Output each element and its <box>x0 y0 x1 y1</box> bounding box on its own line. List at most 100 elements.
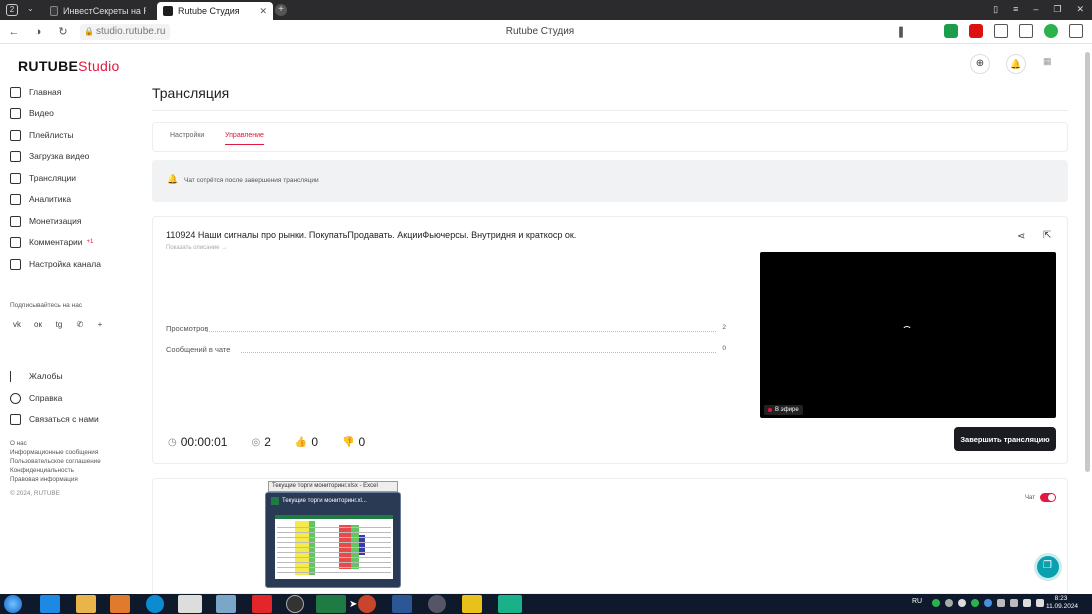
live-metrics: ◷ 00:00:01 ◎ 2 👍 0 👎 0 <box>168 435 365 449</box>
network-icon[interactable] <box>1023 599 1031 607</box>
help-icon <box>10 392 21 404</box>
restore-icon[interactable]: ❐ <box>1053 4 1061 15</box>
sidebar-item-label: Загрузка видео <box>29 151 90 161</box>
yandex-protect-icon[interactable]: ◑ <box>31 25 45 39</box>
subscribe-label: Подписывайтесь на нас <box>10 302 83 309</box>
tablet-app-icon[interactable] <box>216 595 236 613</box>
thumbs-down-icon: 👎 <box>342 436 355 448</box>
start-button-icon[interactable] <box>4 595 22 613</box>
sidebar-item-help[interactable]: Справка <box>10 390 62 406</box>
footer-link-about[interactable]: О нас <box>10 440 27 447</box>
telegram-icon[interactable]: tg <box>52 318 66 332</box>
sidebar-item-monetization[interactable]: Монетизация <box>10 213 82 229</box>
green-extension-icon[interactable] <box>1044 24 1058 38</box>
close-window-icon[interactable]: ✕ <box>1076 4 1084 15</box>
quik-icon[interactable] <box>498 595 522 613</box>
sidebar-item-channel-settings[interactable]: Настройка канала <box>10 256 101 272</box>
viber-icon[interactable]: ✆ <box>73 318 87 332</box>
tab-count-badge[interactable]: 2 <box>6 4 18 16</box>
sidebar-item-contact[interactable]: Связаться с нами <box>10 411 99 427</box>
extensions-icon[interactable] <box>1069 24 1083 38</box>
tab-list-chevron-icon[interactable]: ⌄ <box>27 4 34 13</box>
sidebar-item-analytics[interactable]: Аналитика <box>10 191 71 207</box>
reload-icon[interactable]: ↻ <box>56 25 70 39</box>
tray-icon[interactable] <box>945 599 953 607</box>
logo-product: Studio <box>78 58 120 74</box>
bookmark-star-icon[interactable]: ❚ <box>894 25 908 39</box>
ie-icon[interactable] <box>40 595 60 613</box>
file-explorer-icon[interactable] <box>76 595 96 613</box>
tab-management[interactable]: Управление <box>225 132 264 145</box>
youtube-extension-icon[interactable] <box>969 24 983 38</box>
obs-icon[interactable] <box>286 595 304 613</box>
sidebar-item-upload[interactable]: Загрузка видео <box>10 148 89 164</box>
new-tab-button[interactable]: + <box>275 4 287 16</box>
sidebar-item-video[interactable]: Видео <box>10 105 54 121</box>
notice-text: Чат сотрётся после завершения трансляции <box>184 177 319 184</box>
browser-tab-investsecrets[interactable]: ИнвестСекреты на RUTUB <box>44 2 152 20</box>
dislikes-value: 0 <box>358 435 366 449</box>
page-scrollbar[interactable] <box>1085 52 1090 472</box>
sidebar-item-complaints[interactable]: Жалобы <box>10 368 62 384</box>
tab-settings[interactable]: Настройки <box>170 132 204 139</box>
yandex-browser-icon[interactable] <box>178 595 202 613</box>
app-icon[interactable] <box>428 595 446 613</box>
sidebar-item-comments[interactable]: Комментарии +1 <box>10 234 93 250</box>
upload-icon <box>10 150 21 162</box>
tray-icon[interactable] <box>932 599 940 607</box>
yandex-icon[interactable] <box>252 595 272 613</box>
video-icon <box>10 107 21 119</box>
external-link-icon[interactable]: ⇱ <box>1043 230 1051 241</box>
end-broadcast-button[interactable]: Завершить трансляцию <box>954 427 1056 451</box>
minimize-icon[interactable]: – <box>1033 4 1038 15</box>
bookmark-icon[interactable]: ▯ <box>993 4 998 15</box>
tray-icon[interactable] <box>1010 599 1018 607</box>
footer-link-info[interactable]: Информационные сообщения <box>10 449 98 456</box>
sidebar-item-broadcasts[interactable]: Трансляции <box>10 170 76 186</box>
divider <box>152 110 1068 111</box>
sidebar-item-playlists[interactable]: Плейлисты <box>10 127 74 143</box>
shield-extension-icon[interactable] <box>944 24 958 38</box>
footer-link-agreement[interactable]: Пользовательское соглашение <box>10 458 101 465</box>
tray-icon[interactable] <box>997 599 1005 607</box>
word-icon[interactable] <box>392 595 412 613</box>
powerpoint-icon[interactable] <box>358 595 376 613</box>
excel-thumbnail-preview[interactable]: Текущие торги мониторинг.xl... <box>265 492 401 588</box>
share-icon[interactable]: ⋖ <box>1017 231 1025 242</box>
support-chat-button[interactable]: ❐ <box>1034 553 1062 581</box>
rutube-studio-logo[interactable]: RUTUBEStudio <box>18 58 120 74</box>
bluetooth-icon[interactable] <box>984 599 992 607</box>
volume-icon[interactable] <box>1036 599 1044 607</box>
vk-icon[interactable]: vk <box>10 318 24 332</box>
tray-icon[interactable] <box>958 599 966 607</box>
tray-icon[interactable] <box>971 599 979 607</box>
video-player[interactable]: В эфире <box>760 252 1056 418</box>
browser-tab-rutube-studio[interactable]: Rutube Студия ✕ <box>157 2 273 20</box>
ok-icon[interactable]: ок <box>31 318 45 332</box>
sidebar-item-home[interactable]: Главная <box>10 84 61 100</box>
stat-value: 0 <box>722 345 726 352</box>
chat-notice: 🔔 Чат сотрётся после завершения трансляц… <box>152 160 1068 202</box>
footer-link-privacy[interactable]: Конфиденциальность <box>10 467 74 474</box>
show-description-link[interactable]: Показать описание → <box>166 245 227 251</box>
excel-tooltip: Текущие торги мониторинг.xlsx - Excel <box>268 481 398 492</box>
system-tray <box>932 599 1044 607</box>
clock[interactable]: 8:23 11.09.2024 <box>1046 595 1078 611</box>
warning-app-icon[interactable] <box>462 595 482 613</box>
menu-icon[interactable]: ≡ <box>1013 4 1018 15</box>
edge-icon[interactable] <box>146 595 164 613</box>
excel-taskbar-icon[interactable] <box>316 595 346 613</box>
sidebar-item-label: Настройка канала <box>29 259 101 269</box>
back-icon[interactable]: ← <box>7 25 21 39</box>
media-player-icon[interactable] <box>110 595 130 613</box>
footer-link-legal[interactable]: Правовая информация <box>10 476 78 483</box>
chat-toggle[interactable] <box>1040 493 1056 502</box>
url-field[interactable]: 🔒 studio.rutube.ru <box>80 24 170 40</box>
save-extension-icon[interactable] <box>1019 24 1033 38</box>
close-tab-icon[interactable]: ✕ <box>259 6 267 17</box>
screen-extension-icon[interactable] <box>994 24 1008 38</box>
sidebar-item-label: Монетизация <box>29 216 82 226</box>
clock-icon: ◷ <box>168 436 177 448</box>
more-social-icon[interactable]: + <box>93 318 107 332</box>
language-indicator[interactable]: RU <box>912 598 922 605</box>
